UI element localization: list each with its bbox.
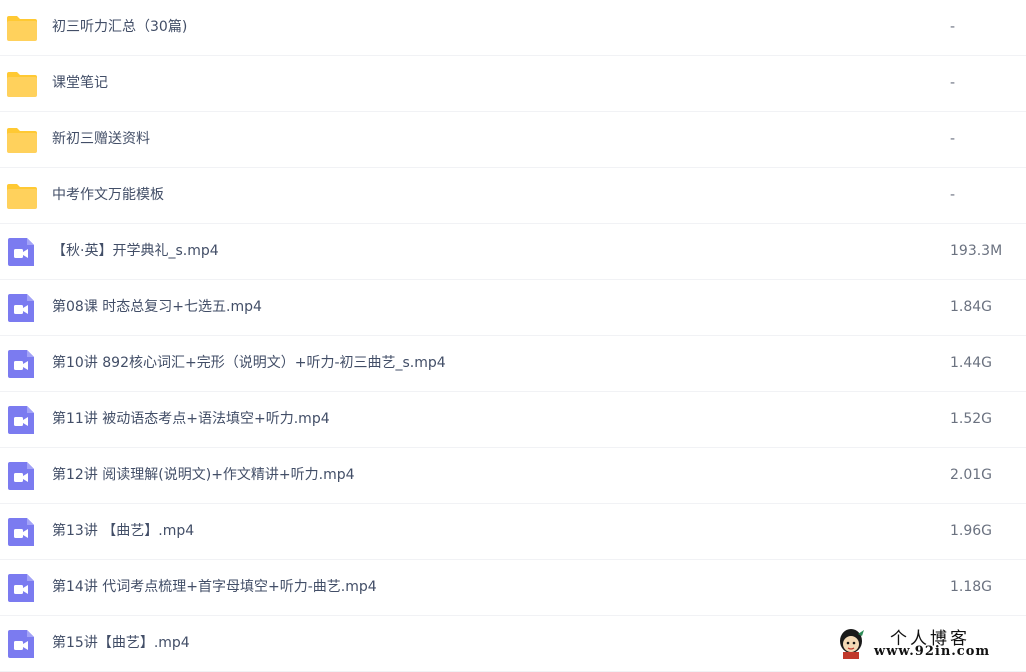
file-list: 初三听力汇总（30篇) - 课堂笔记 - 新初三赠送资料 - 中考作文万能模板 - 【秋·英】开… [0, 0, 1026, 672]
video-file-icon [6, 462, 38, 490]
avatar [836, 626, 866, 660]
file-name[interactable]: 新初三赠送资料 [52, 112, 150, 168]
file-size: - [950, 75, 956, 91]
file-size: 1.96G [950, 523, 993, 539]
video-file-icon [6, 406, 38, 434]
file-name[interactable]: 初三听力汇总（30篇) [52, 0, 187, 56]
watermark-url: www.92in.com [874, 644, 991, 659]
file-size: - [950, 187, 956, 203]
video-file-icon [6, 518, 38, 546]
file-row[interactable]: 第14讲 代词考点梳理+首字母填空+听力-曲艺.mp4 1.18G [0, 560, 1026, 616]
file-size: 1.84G [950, 299, 993, 315]
folder-row[interactable]: 课堂笔记 - [0, 56, 1026, 112]
blog-watermark: 个人博客 www.92in.com [832, 624, 1026, 664]
folder-icon [6, 14, 38, 42]
folder-row[interactable]: 中考作文万能模板 - [0, 168, 1026, 224]
file-name[interactable]: 课堂笔记 [52, 56, 108, 112]
folder-row[interactable]: 初三听力汇总（30篇) - [0, 0, 1026, 56]
file-name[interactable]: 第08课 时态总复习+七选五.mp4 [52, 280, 262, 336]
file-name[interactable]: 第13讲 【曲艺】.mp4 [52, 504, 194, 560]
file-name[interactable]: 【秋·英】开学典礼_s.mp4 [52, 224, 219, 280]
folder-row[interactable]: 新初三赠送资料 - [0, 112, 1026, 168]
file-name[interactable]: 第12讲 阅读理解(说明文)+作文精讲+听力.mp4 [52, 448, 355, 504]
file-row[interactable]: 第13讲 【曲艺】.mp4 1.96G [0, 504, 1026, 560]
file-name[interactable]: 第10讲 892核心词汇+完形（说明文）+听力-初三曲艺_s.mp4 [52, 336, 446, 392]
file-row[interactable]: 第10讲 892核心词汇+完形（说明文）+听力-初三曲艺_s.mp4 1.44G [0, 336, 1026, 392]
folder-icon [6, 70, 38, 98]
file-size: - [950, 19, 956, 35]
video-file-icon [6, 238, 38, 266]
folder-icon [6, 126, 38, 154]
file-size: 193.3M [950, 243, 1003, 259]
video-file-icon [6, 630, 38, 658]
file-name[interactable]: 第11讲 被动语态考点+语法填空+听力.mp4 [52, 392, 330, 448]
file-name[interactable]: 第14讲 代词考点梳理+首字母填空+听力-曲艺.mp4 [52, 560, 377, 616]
file-size: 2.01G [950, 467, 993, 483]
file-row[interactable]: 第12讲 阅读理解(说明文)+作文精讲+听力.mp4 2.01G [0, 448, 1026, 504]
video-file-icon [6, 294, 38, 322]
video-file-icon [6, 350, 38, 378]
file-name[interactable]: 中考作文万能模板 [52, 168, 164, 224]
file-row[interactable]: 第11讲 被动语态考点+语法填空+听力.mp4 1.52G [0, 392, 1026, 448]
file-size: 1.18G [950, 579, 993, 595]
file-size: - [950, 131, 956, 147]
file-size: 1.52G [950, 411, 993, 427]
file-row[interactable]: 【秋·英】开学典礼_s.mp4 193.3M [0, 224, 1026, 280]
video-file-icon [6, 574, 38, 602]
file-row[interactable]: 第08课 时态总复习+七选五.mp4 1.84G [0, 280, 1026, 336]
folder-icon [6, 182, 38, 210]
file-size: 1.44G [950, 355, 993, 371]
